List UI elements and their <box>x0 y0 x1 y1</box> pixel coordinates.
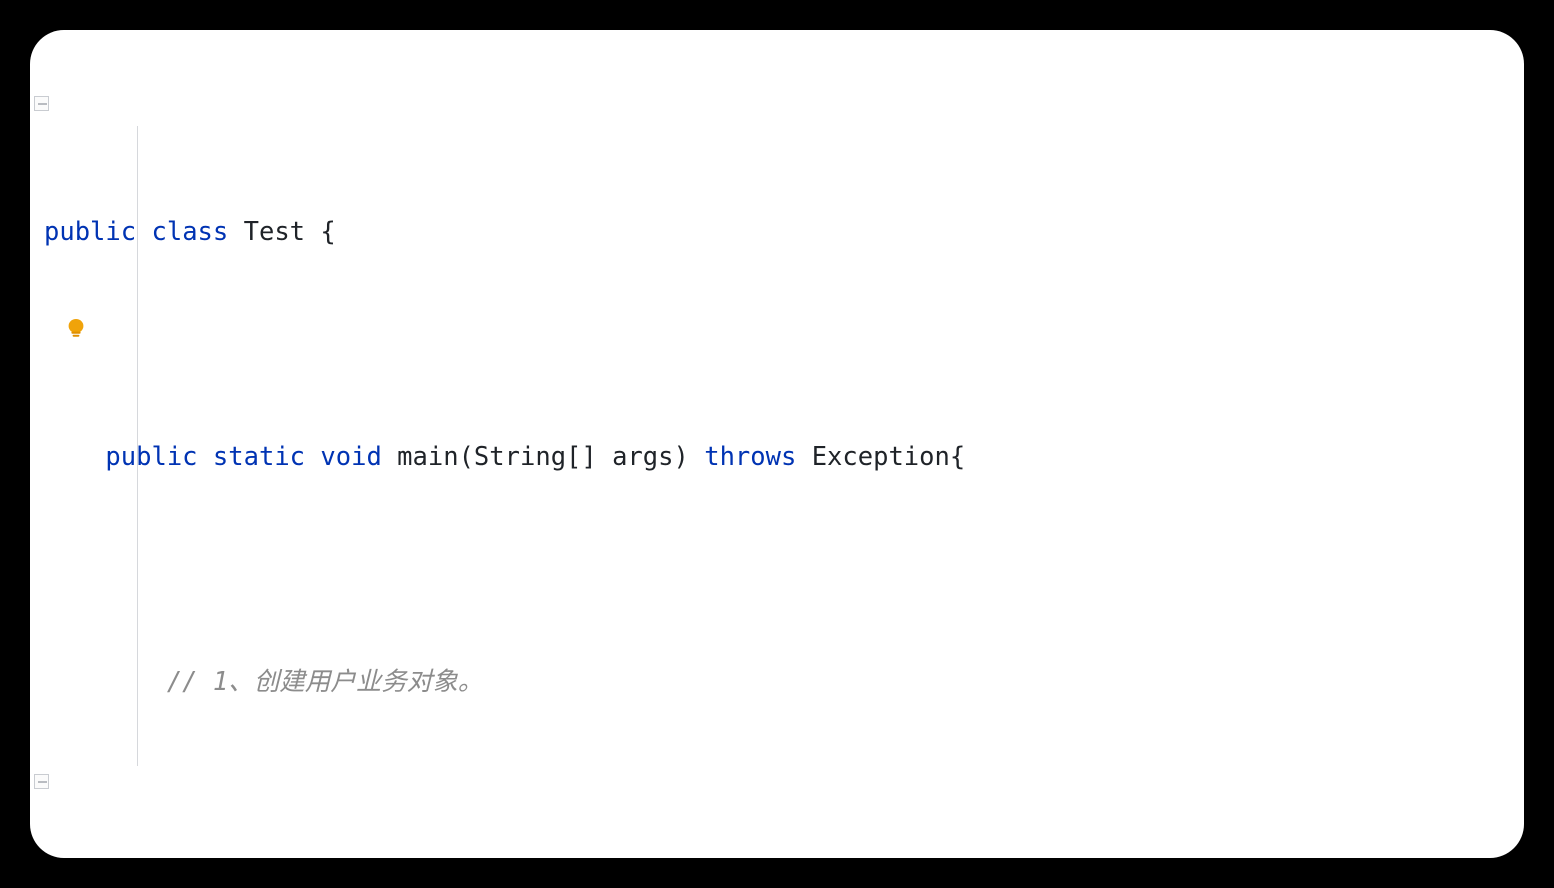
code-line-3[interactable]: // 1、创建用户业务对象。 <box>30 660 1524 705</box>
method-signature: main(String[] args) <box>397 442 705 472</box>
class-name: Test <box>243 217 306 247</box>
keyword-static: static <box>212 442 306 472</box>
comment-create-object: // 1、创建用户业务对象。 <box>166 667 484 697</box>
code-editor-panel[interactable]: public class Test { public static void m… <box>30 30 1524 858</box>
keyword-public: public <box>44 217 137 247</box>
open-brace: { <box>305 217 336 247</box>
code-line-1[interactable]: public class Test { <box>30 210 1524 255</box>
keyword-public: public <box>105 442 198 472</box>
exception-type: Exception{ <box>796 442 966 472</box>
keyword-throws: throws <box>704 442 797 472</box>
code-content[interactable]: public class Test { public static void m… <box>30 30 1524 858</box>
keyword-void: void <box>320 442 382 472</box>
keyword-class: class <box>151 217 229 247</box>
code-line-2[interactable]: public static void main(String[] args) t… <box>30 435 1524 480</box>
